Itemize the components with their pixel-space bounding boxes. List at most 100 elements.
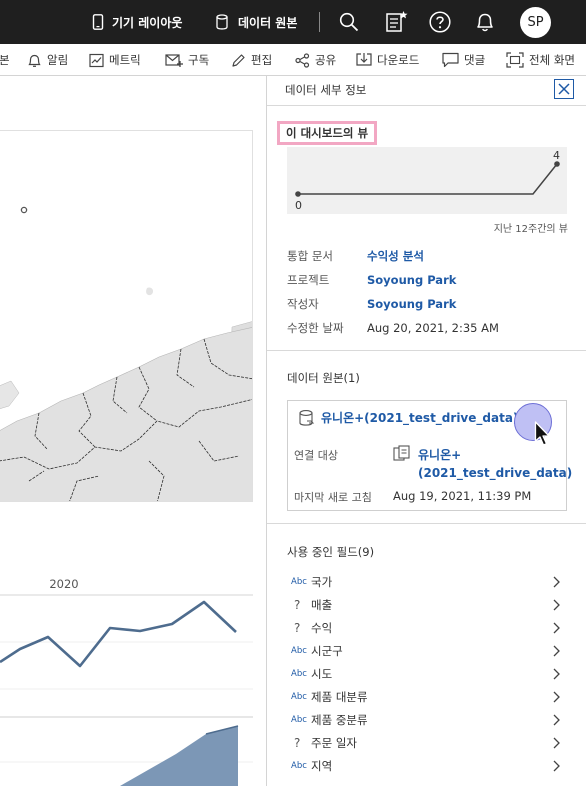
views-sparkline: 0 4 [287,147,567,214]
panel-title: 데이터 세부 정보 [285,83,367,97]
chevron-right-icon [553,714,560,726]
device-layout-button[interactable]: 기기 레이아웃 [92,0,182,44]
chevron-right-icon [553,760,560,772]
metrics-button[interactable]: 메트릭 [89,44,141,76]
meta-key: 수정한 날짜 [287,321,344,335]
field-type-icon: ? [294,736,301,750]
meta-row-owner: 작성자 Soyoung Park [287,295,456,313]
meta-row-project: 프로젝트 Soyoung Park [287,271,456,289]
toolbar-partial-item[interactable]: 본 [0,44,10,76]
field-name: 매출 [311,598,333,612]
help-button[interactable] [429,0,451,44]
pencil-icon [232,53,245,67]
user-avatar[interactable]: SP [520,7,551,38]
divider [267,105,586,106]
last-refresh-value: Aug 19, 2021, 11:39 PM [393,489,532,503]
top-bar: 기기 레이아웃 데이터 원본 SP [0,0,586,44]
data-details-panel: 데이터 세부 정보 이 대시보드의 뷰 0 4 지난 12주간의 뷰 통합 문서… [266,76,586,786]
field-row[interactable]: Abc 시도 [291,664,561,684]
field-name: 지역 [311,759,333,773]
share-icon [295,52,310,68]
chevron-right-icon [553,737,560,749]
chevron-right-icon [553,668,560,680]
fullscreen-icon [506,52,524,68]
field-row[interactable]: Abc 제품 대분류 [291,687,561,707]
database-icon [216,14,228,30]
field-row[interactable]: Abc 지역 [291,756,561,776]
project-link[interactable]: Soyoung Park [367,273,456,287]
data-source-label: 데이터 원본 [238,15,298,30]
bell-icon [477,13,493,32]
sparkline-start-point [295,191,301,197]
divider [267,523,586,524]
field-name: 시군구 [311,644,343,658]
data-source-button[interactable]: 데이터 원본 [216,0,297,44]
field-type-icon: ? [294,598,301,612]
share-button[interactable]: 공유 [295,44,336,76]
chevron-right-icon [553,599,560,611]
dashboard-canvas: 2020 [0,76,266,786]
line-area-chart[interactable]: 2020 [0,574,253,786]
edit-button[interactable]: 편집 [231,44,272,76]
modified-date: Aug 20, 2021, 2:35 AM [367,321,499,335]
favorites-button[interactable] [386,0,408,44]
field-name: 제품 대분류 [311,690,368,704]
field-row[interactable]: ? 수익 [291,618,561,638]
map-view[interactable] [0,130,253,502]
datasource-icon [299,410,315,426]
field-row[interactable]: ? 매출 [291,595,561,615]
subscribe-label: 구독 [188,53,210,67]
mouse-pointer-icon [534,421,550,446]
chevron-right-icon [553,576,560,588]
field-row[interactable]: Abc 국가 [291,572,561,592]
field-name: 주문 일자 [311,736,357,750]
share-label: 공유 [315,53,337,67]
device-layout-label: 기기 레이아웃 [112,15,183,30]
field-type-icon: Abc [291,715,307,725]
fullscreen-label: 전체 화면 [529,53,575,67]
meta-key: 작성자 [287,297,319,311]
connection-target-link[interactable]: 유니온+ (2021_test_drive_data) [418,446,572,482]
field-row[interactable]: Abc 시군구 [291,641,561,661]
datasource-link[interactable]: 유니온+(2021_test_drive_data) [321,409,518,426]
toolbar-partial-label: 본 [0,53,10,67]
field-row[interactable]: ? 주문 일자 [291,733,561,753]
field-name: 수익 [311,621,333,635]
notifications-button[interactable] [474,0,496,44]
datasource-card: 유니온+(2021_test_drive_data) 연결 대상 유니온+ (2… [287,400,572,511]
views-period-note: 지난 12주간의 뷰 [493,224,568,235]
close-icon [558,83,570,95]
sparkline-end-point [554,161,560,167]
phone-icon [92,14,104,30]
field-type-icon: Abc [291,577,307,587]
search-icon [339,12,359,32]
download-button[interactable]: 다운로드 [356,44,419,76]
close-panel-button[interactable] [554,79,574,99]
divider [319,12,320,32]
sparkline-max-label: 4 [553,149,560,162]
map-point-marker [20,206,28,214]
subscribe-button[interactable]: 구독 [165,44,209,76]
alerts-button[interactable]: 알림 [27,44,68,76]
field-name: 시도 [311,667,333,681]
datasources-title: 데이터 원본(1) [287,371,360,385]
workbook-link[interactable]: 수익성 분석 [367,248,424,264]
last-refresh-key: 마지막 새로 고침 [294,491,372,504]
meta-row-modified: 수정한 날짜 Aug 20, 2021, 2:35 AM [287,319,499,337]
search-button[interactable] [339,0,359,44]
sparkline-min-label: 0 [295,199,302,212]
connection-target-line2: (2021_test_drive_data) [418,466,573,480]
comments-button[interactable]: 댓글 [442,44,485,76]
year-axis-label: 2020 [49,577,78,591]
fullscreen-button[interactable]: 전체 화면 [506,44,575,76]
fields-title: 사용 중인 필드(9) [287,545,375,559]
area-series [120,726,238,786]
field-row[interactable]: Abc 제품 중분류 [291,710,561,730]
field-type-icon: ? [294,621,301,635]
favorites-list-icon [386,11,408,32]
owner-link[interactable]: Soyoung Park [367,297,456,311]
metrics-label: 메트릭 [109,53,141,67]
field-type-icon: Abc [291,646,307,656]
views-section-label: 이 대시보드의 뷰 [277,121,378,145]
chevron-right-icon [553,691,560,703]
